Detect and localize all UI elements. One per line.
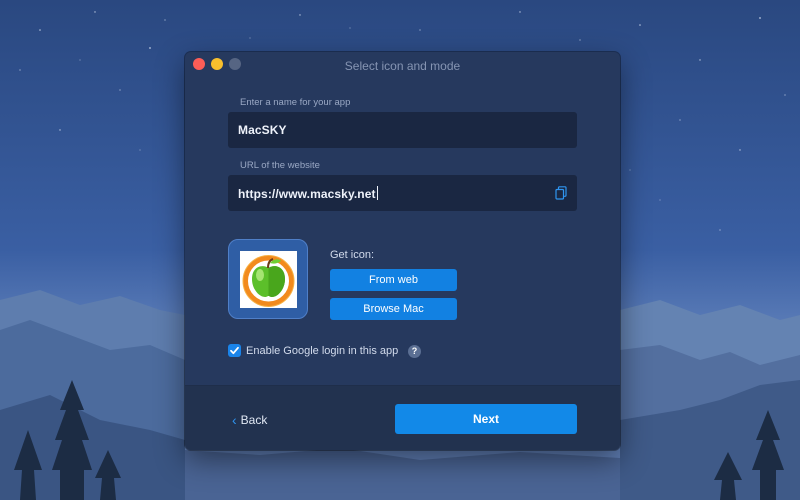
app-name-input[interactable]: MacSKY: [228, 112, 577, 148]
get-icon-label: Get icon:: [330, 249, 375, 261]
window-title: Select icon and mode: [344, 59, 461, 73]
footer-bar: ‹ Back Next: [185, 385, 620, 450]
green-apple-icon: [242, 255, 295, 307]
back-button[interactable]: ‹ Back: [232, 412, 267, 428]
chevron-left-icon: ‹: [232, 412, 237, 428]
next-button[interactable]: Next: [395, 404, 577, 434]
text-caret: [376, 186, 378, 200]
app-icon-preview[interactable]: [228, 239, 308, 319]
checkmark-icon: [230, 346, 239, 355]
app-window: Select icon and mode Enter a name for yo…: [185, 52, 620, 450]
url-input[interactable]: https://www.macsky.net: [228, 175, 577, 211]
google-login-checkbox[interactable]: [228, 344, 241, 357]
name-field-label: Enter a name for your app: [240, 97, 351, 108]
browse-mac-button[interactable]: Browse Mac: [330, 298, 457, 320]
help-icon[interactable]: ?: [408, 345, 421, 358]
copy-icon[interactable]: [555, 186, 567, 200]
url-field-label: URL of the website: [240, 160, 320, 171]
url-value: https://www.macsky.net: [238, 186, 378, 201]
titlebar: Select icon and mode: [185, 52, 620, 80]
app-name-value: MacSKY: [238, 123, 287, 137]
google-login-label[interactable]: Enable Google login in this app: [246, 345, 398, 357]
back-label: Back: [240, 413, 268, 427]
app-icon: [240, 251, 297, 308]
from-web-button[interactable]: From web: [330, 269, 457, 291]
